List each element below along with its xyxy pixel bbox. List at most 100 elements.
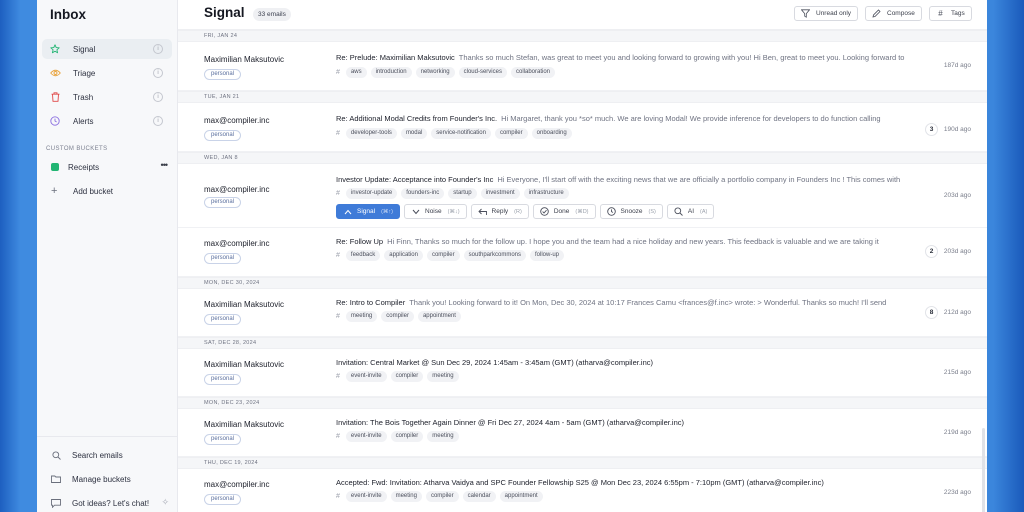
tag-chip[interactable]: cloud-services: [458, 67, 507, 78]
compose-label: Compose: [887, 10, 915, 17]
email-tags: # event-invite compiler meeting: [336, 371, 459, 382]
tag-chip[interactable]: event-invite: [345, 371, 387, 382]
tag-chip[interactable]: event-invite: [345, 491, 387, 502]
personal-label[interactable]: personal: [204, 69, 242, 80]
add-bucket-label: Add bucket: [73, 186, 114, 196]
noise-button[interactable]: Noise (⌘↓): [404, 204, 467, 219]
info-icon[interactable]: i: [153, 116, 163, 126]
tag-chip[interactable]: compiler: [390, 371, 424, 382]
trash-icon: [49, 91, 61, 103]
tag-chip[interactable]: compiler: [494, 128, 528, 139]
sidebar-item-receipts[interactable]: Receipts •••: [42, 158, 172, 176]
tag-chip[interactable]: meeting: [427, 371, 459, 382]
personal-label[interactable]: personal: [204, 374, 242, 385]
info-icon[interactable]: i: [153, 92, 163, 102]
tag-chip[interactable]: onboarding: [531, 128, 572, 139]
tag-chip[interactable]: southparkcommons: [463, 250, 526, 261]
personal-label[interactable]: personal: [204, 197, 242, 208]
thread-count-badge: 8: [925, 306, 938, 319]
tag-chip[interactable]: compiler: [426, 250, 460, 261]
signal-button[interactable]: Signal (⌘↑): [336, 204, 400, 219]
tag-chip[interactable]: follow-up: [530, 250, 565, 261]
tag-chip[interactable]: introduction: [370, 67, 412, 78]
hash-icon: #: [336, 433, 340, 440]
tag-chip[interactable]: service-notification: [431, 128, 491, 139]
email-preview: Thanks so much Stefan, was great to meet…: [458, 53, 905, 62]
email-age: 187d ago: [943, 62, 971, 69]
tag-chip[interactable]: compiler: [390, 431, 424, 442]
tag-chip[interactable]: founders-inc: [401, 188, 445, 199]
search-emails-button[interactable]: Search emails: [37, 443, 178, 467]
email-row[interactable]: max@compiler.inc personal Accepted: Fwd:…: [178, 469, 987, 512]
email-row[interactable]: Maximilian Maksutovic personal Invitatio…: [178, 349, 987, 397]
email-tags: # meeting compiler appointment: [336, 311, 461, 322]
tag-chip[interactable]: compiler: [381, 311, 414, 322]
manage-buckets-button[interactable]: Manage buckets: [37, 467, 178, 491]
sidebar-item-trash[interactable]: Trash i: [42, 87, 172, 107]
shortcut-hint: (R): [514, 208, 522, 215]
info-icon[interactable]: i: [153, 44, 163, 54]
compose-button[interactable]: Compose: [865, 6, 922, 21]
add-bucket-button[interactable]: + Add bucket: [42, 182, 172, 200]
tag-chip[interactable]: appointment: [499, 491, 543, 502]
personal-label[interactable]: personal: [204, 253, 242, 264]
tag-chip[interactable]: infrastructure: [523, 188, 569, 199]
tag-chip[interactable]: modal: [400, 128, 428, 139]
personal-label[interactable]: personal: [204, 434, 242, 445]
email-sender: max@compiler.inc: [204, 185, 270, 194]
tag-chip[interactable]: aws: [345, 67, 367, 78]
email-tags: # event-invite compiler meeting: [336, 431, 459, 442]
email-row[interactable]: max@compiler.inc personal Re: Follow Up H…: [178, 228, 987, 277]
sidebar-item-alerts[interactable]: Alerts i: [42, 111, 172, 131]
scrollbar[interactable]: [982, 428, 985, 512]
tag-chip[interactable]: appointment: [417, 311, 461, 322]
sidebar: Inbox Signal i Triage i Trash i Alerts i…: [37, 0, 178, 512]
email-age: 203d ago: [943, 248, 971, 255]
done-button[interactable]: Done (⌘D): [532, 204, 596, 219]
main-panel: Signal 33 emails Unread only Compose # T…: [178, 0, 987, 512]
feedback-chat-button[interactable]: Got ideas? Let's chat! ✧: [37, 491, 178, 512]
tag-chip[interactable]: event-invite: [345, 431, 387, 442]
tag-chip[interactable]: application: [384, 250, 423, 261]
hash-icon: #: [336, 313, 340, 320]
email-tags: # event-invite meeting compiler calendar…: [336, 491, 543, 502]
tag-chip[interactable]: collaboration: [510, 67, 556, 78]
tag-chip[interactable]: meeting: [390, 491, 422, 502]
tag-chip[interactable]: compiler: [425, 491, 459, 502]
personal-label[interactable]: personal: [204, 314, 242, 325]
done-label: Done: [553, 208, 570, 215]
tag-chip[interactable]: networking: [415, 67, 455, 78]
sidebar-item-signal[interactable]: Signal i: [42, 39, 172, 59]
tags-button[interactable]: # Tags: [929, 6, 972, 21]
tag-chip[interactable]: meeting: [345, 311, 378, 322]
email-row[interactable]: Maximilian Maksutovic personal Re: Prelu…: [178, 42, 987, 91]
reply-button[interactable]: Reply (R): [470, 204, 529, 219]
sidebar-item-triage[interactable]: Triage i: [42, 63, 172, 83]
email-list: FRI, JAN 24 Maximilian Maksutovic person…: [178, 30, 987, 512]
sidebar-item-label: Receipts: [68, 162, 100, 172]
email-count-badge: 33 emails: [253, 8, 291, 21]
tag-chip[interactable]: investment: [480, 188, 520, 199]
ai-button[interactable]: AI (A): [666, 204, 715, 219]
email-row[interactable]: Maximilian Maksutovic personal Invitatio…: [178, 409, 987, 457]
personal-label[interactable]: personal: [204, 494, 242, 505]
snooze-button[interactable]: Snooze (S): [599, 204, 663, 219]
tag-chip[interactable]: meeting: [427, 431, 459, 442]
bucket-color-swatch: [51, 163, 59, 171]
email-row-expanded[interactable]: max@compiler.inc personal Investor Updat…: [178, 164, 987, 228]
hash-icon: #: [336, 493, 340, 500]
info-icon[interactable]: i: [153, 68, 163, 78]
unread-only-button[interactable]: Unread only: [794, 6, 859, 21]
email-row[interactable]: Maximilian Maksutovic personal Re: Intro…: [178, 289, 987, 337]
email-row[interactable]: max@compiler.inc personal Re: Additional…: [178, 103, 987, 152]
tag-chip[interactable]: startup: [448, 188, 477, 199]
personal-label[interactable]: personal: [204, 130, 242, 141]
tag-chip[interactable]: investor-update: [345, 188, 398, 199]
tag-chip[interactable]: developer-tools: [345, 128, 397, 139]
tag-chip[interactable]: calendar: [462, 491, 496, 502]
reply-label: Reply: [491, 208, 509, 215]
email-sender: max@compiler.inc: [204, 239, 270, 248]
tag-chip[interactable]: feedback: [345, 250, 381, 261]
sidebar-item-label: Triage: [73, 68, 96, 78]
more-icon[interactable]: •••: [161, 160, 169, 170]
